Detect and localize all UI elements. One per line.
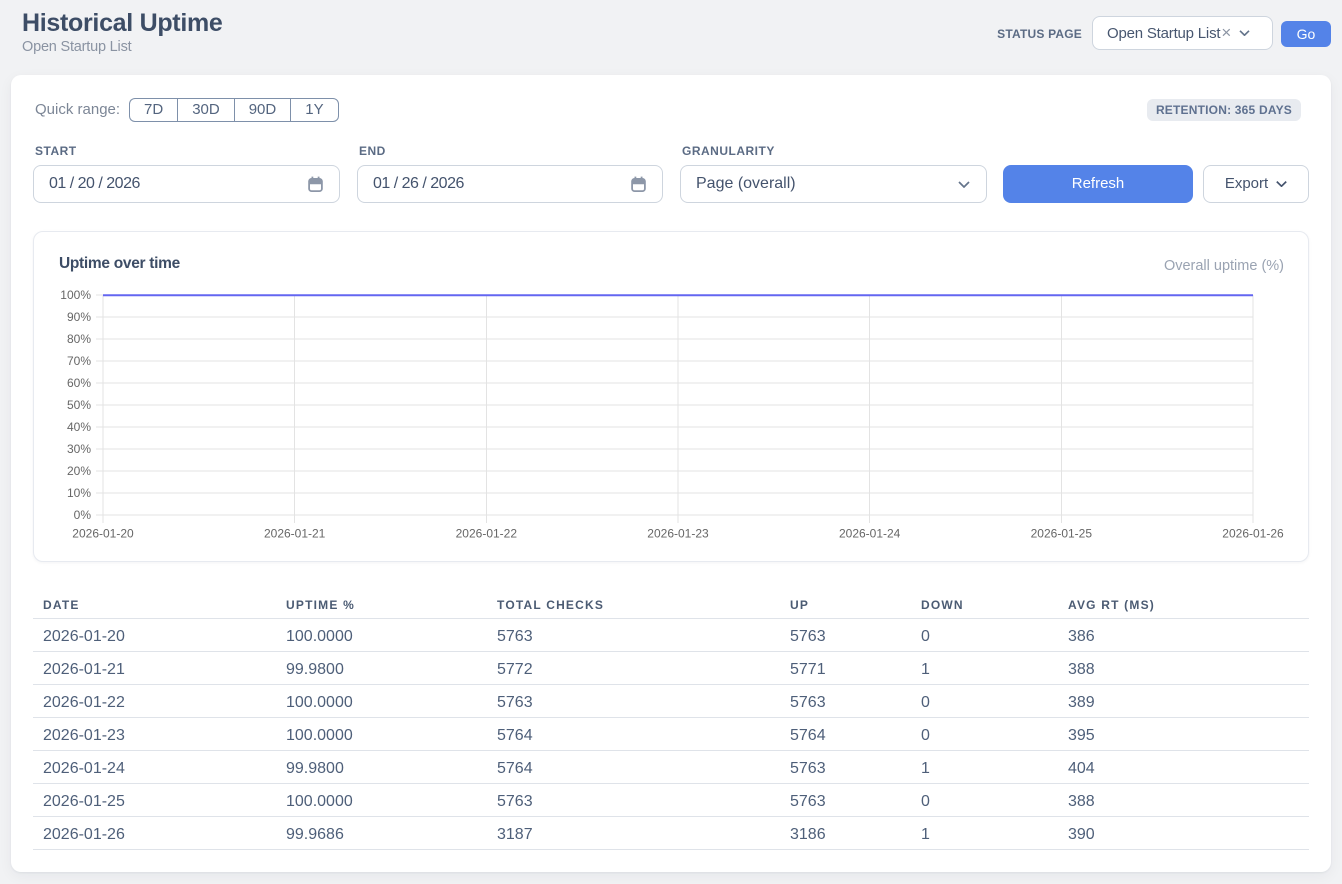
svg-text:20%: 20% xyxy=(67,464,91,478)
svg-text:90%: 90% xyxy=(67,310,91,324)
svg-text:40%: 40% xyxy=(67,420,91,434)
svg-text:60%: 60% xyxy=(67,376,91,390)
svg-text:50%: 50% xyxy=(67,398,91,412)
svg-text:2026-01-24: 2026-01-24 xyxy=(839,526,901,540)
svg-text:80%: 80% xyxy=(67,332,91,346)
svg-text:2026-01-26: 2026-01-26 xyxy=(1222,526,1284,540)
svg-text:2026-01-25: 2026-01-25 xyxy=(1031,526,1093,540)
svg-text:2026-01-20: 2026-01-20 xyxy=(72,526,134,540)
svg-text:2026-01-22: 2026-01-22 xyxy=(456,526,518,540)
svg-text:2026-01-21: 2026-01-21 xyxy=(264,526,326,540)
svg-text:0%: 0% xyxy=(74,508,92,522)
svg-text:70%: 70% xyxy=(67,354,91,368)
svg-text:100%: 100% xyxy=(60,288,91,302)
svg-text:10%: 10% xyxy=(67,486,91,500)
svg-text:2026-01-23: 2026-01-23 xyxy=(647,526,709,540)
svg-text:30%: 30% xyxy=(67,442,91,456)
